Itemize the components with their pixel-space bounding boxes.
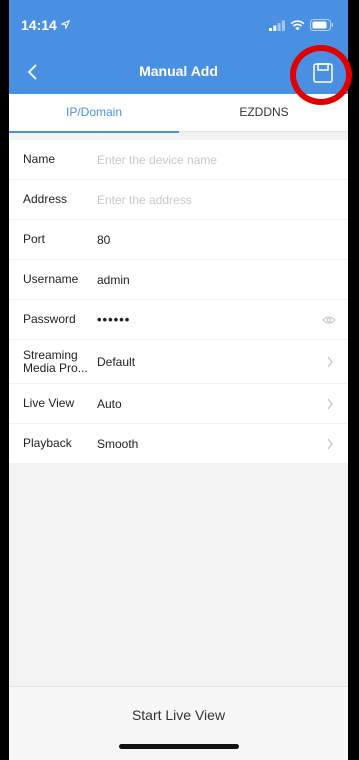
name-value-wrap [89,152,348,167]
chevron-right-icon [327,398,333,409]
username-label: Username [23,272,79,286]
address-label: Address [23,192,68,206]
chevron-right-icon [327,438,333,449]
status-icons [269,19,334,31]
live-view-value: Auto [97,396,122,411]
battery-icon [310,19,333,31]
chevron-right-icon [327,356,333,367]
start-live-view-button[interactable]: Start Live View [9,707,348,723]
port-label: Port [23,232,46,246]
device-frame: 14:14 Manual Add IP/Domain EZDDNS Name E… [0,0,359,760]
address-row: Address [9,180,348,220]
username-row: Username admin [9,260,348,300]
address-value-wrap [89,192,348,207]
tab-ip-domain[interactable]: IP/Domain [9,94,179,133]
name-input[interactable] [97,152,348,167]
port-input[interactable]: 80 [89,233,348,247]
screen: 14:14 Manual Add IP/Domain EZDDNS Name E… [9,0,348,760]
live-view-label: Live View [23,396,75,410]
password-input[interactable]: •••••• [89,312,348,327]
home-indicator [119,744,239,749]
status-time: 14:14 [21,17,57,33]
wifi-icon [290,19,305,30]
password-label: Password [23,312,76,326]
streaming-row[interactable]: Streaming Media Pro... Default [9,340,348,384]
eye-icon[interactable] [322,315,336,325]
name-label: Name [23,152,56,166]
playback-value: Smooth [97,436,139,451]
live-view-row[interactable]: Live View Auto [9,384,348,424]
address-input[interactable] [97,192,348,207]
playback-row[interactable]: Playback Smooth [9,424,348,464]
streaming-value: Default [97,354,136,369]
name-row: Name [9,140,348,180]
streaming-label: Streaming Media Pro... [23,347,88,375]
tab-bar: IP/Domain EZDDNS [9,94,348,133]
highlight-circle [290,45,352,105]
device-form: Name Address Port 80 Username admin Pa [9,140,348,464]
password-row: Password •••••• [9,300,348,340]
location-arrow-icon [61,20,70,29]
port-row: Port 80 [9,220,348,260]
signal-icon [269,20,285,31]
status-bar: 14:14 [9,0,348,50]
username-input[interactable]: admin [89,273,348,287]
playback-label: Playback [23,436,72,450]
